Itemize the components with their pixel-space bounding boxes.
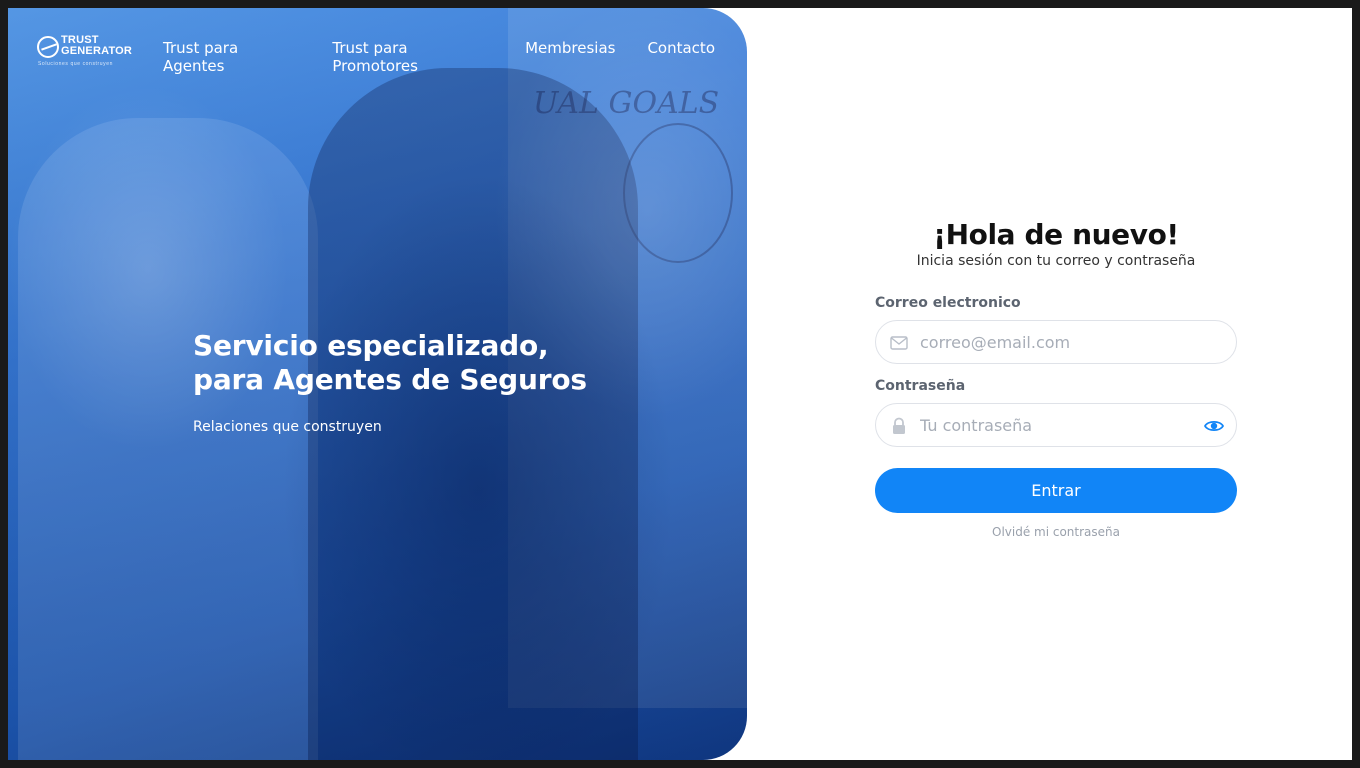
hero-title: Servicio especializado, para Agentes de … bbox=[193, 329, 587, 397]
nav-link-membresias[interactable]: Membresias bbox=[525, 39, 615, 75]
login-subtitle: Inicia sesión con tu correo y contraseña bbox=[916, 253, 1196, 269]
logo-tagline: Soluciones que construyen bbox=[38, 61, 114, 67]
nav-link-trust-agentes[interactable]: Trust para Agentes bbox=[163, 39, 300, 75]
hero-title-line-1: Servicio especializado, bbox=[193, 329, 549, 362]
logo-line-2: GENERATOR bbox=[61, 45, 133, 57]
logo-wordmark: TRUST GENERATOR bbox=[61, 35, 132, 57]
hero-subtitle: Relaciones que construyen bbox=[193, 419, 382, 435]
mail-icon bbox=[890, 336, 908, 350]
nav-links: Trust para Agentes Trust para Promotores… bbox=[163, 39, 747, 75]
hero-text-block: Servicio especializado, para Agentes de … bbox=[193, 329, 587, 435]
login-submit-button[interactable]: Entrar bbox=[875, 468, 1237, 513]
email-label: Correo electronico bbox=[875, 295, 1021, 311]
globe-icon bbox=[37, 36, 59, 58]
nav-link-trust-promotores[interactable]: Trust para Promotores bbox=[332, 39, 493, 75]
top-nav: TRUST GENERATOR Soluciones que construye… bbox=[8, 8, 747, 88]
eye-icon[interactable] bbox=[1204, 416, 1224, 436]
password-input[interactable] bbox=[920, 404, 1200, 446]
page-frame: UAL GOALS TRUST GENERATOR Soluciones que… bbox=[8, 8, 1352, 760]
forgot-password-link[interactable]: Olvidé mi contraseña bbox=[875, 525, 1237, 539]
email-field-wrapper bbox=[875, 320, 1237, 364]
hero-title-line-2: para Agentes de Seguros bbox=[193, 363, 587, 396]
login-title: ¡Hola de nuevo! bbox=[933, 218, 1179, 251]
lock-icon bbox=[893, 417, 905, 434]
password-field-wrapper bbox=[875, 403, 1237, 447]
hero-panel: UAL GOALS TRUST GENERATOR Soluciones que… bbox=[8, 8, 747, 760]
password-label: Contraseña bbox=[875, 378, 966, 394]
login-panel: ¡Hola de nuevo! Inicia sesión con tu cor… bbox=[875, 218, 1237, 539]
brand-logo[interactable]: TRUST GENERATOR Soluciones que construye… bbox=[36, 34, 132, 68]
email-input[interactable] bbox=[920, 321, 1200, 363]
nav-link-contacto[interactable]: Contacto bbox=[647, 39, 715, 75]
